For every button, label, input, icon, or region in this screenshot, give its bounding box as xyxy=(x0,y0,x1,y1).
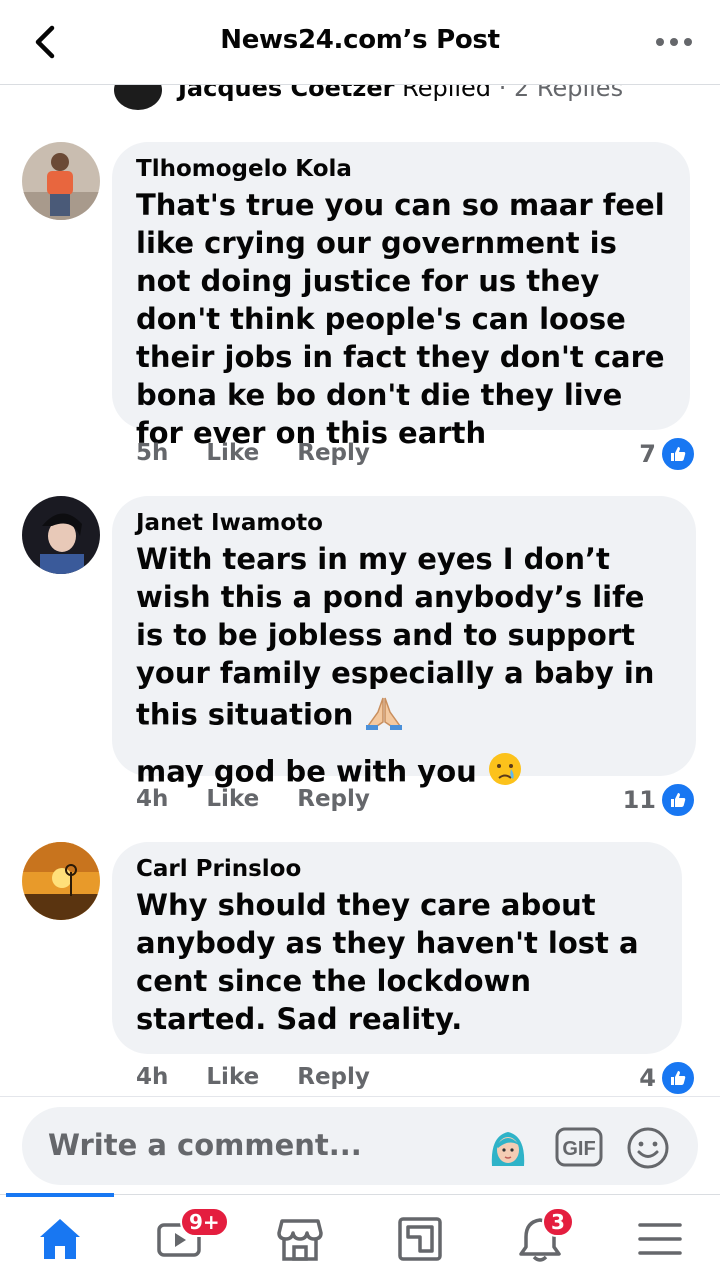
nav-menu[interactable] xyxy=(600,1195,720,1281)
reaction-number: 4 xyxy=(639,1064,656,1092)
reaction-count[interactable]: 11 xyxy=(623,782,696,818)
comment-placeholder: Write a comment... xyxy=(48,1128,362,1162)
more-options-button[interactable] xyxy=(654,30,694,54)
hamburger-menu-icon xyxy=(638,1223,682,1255)
reaction-count[interactable]: 7 xyxy=(639,436,696,472)
avatar[interactable] xyxy=(22,842,100,920)
comment-author[interactable]: Tlhomogelo Kola xyxy=(136,156,666,182)
comment-meta: 4h Like Reply xyxy=(136,786,400,812)
reply-link[interactable]: Reply xyxy=(297,440,370,466)
comment-text: With tears in my eyes I don’t wish this … xyxy=(136,540,672,796)
nav-watch[interactable]: 9+ xyxy=(120,1195,240,1281)
comment-meta: 5h Like Reply xyxy=(136,440,400,466)
comment-composer-bar: Write a comment... GIF xyxy=(0,1096,720,1195)
avatar-sticker-icon xyxy=(491,1132,525,1166)
comment-text-part2: may god be with you xyxy=(136,754,477,789)
like-link[interactable]: Like xyxy=(206,1064,259,1090)
comment-text: Why should they care about anybody as th… xyxy=(136,888,639,1036)
crying-face-icon xyxy=(487,751,523,796)
nav-notifications[interactable]: 3 xyxy=(480,1195,600,1281)
comment-bubble[interactable]: Janet Iwamoto With tears in my eyes I do… xyxy=(112,496,696,789)
video-badge: 9+ xyxy=(180,1207,229,1237)
comment-author[interactable]: Carl Prinsloo xyxy=(136,856,658,882)
comment-time: 5h xyxy=(136,440,169,466)
home-icon xyxy=(40,1219,80,1259)
reply-link[interactable]: Reply xyxy=(297,786,370,812)
avatar-sticker-button[interactable] xyxy=(486,1126,530,1174)
comment-text: That's true you can so maar feel like cr… xyxy=(136,188,665,450)
comment-time: 4h xyxy=(136,1064,169,1090)
like-link[interactable]: Like xyxy=(206,440,259,466)
comment-bubble[interactable]: Carl Prinsloo Why should they care about… xyxy=(112,842,682,1054)
like-thumb-icon xyxy=(660,1060,696,1096)
nav-home[interactable] xyxy=(0,1193,120,1281)
user-photo-icon xyxy=(22,842,100,920)
like-link[interactable]: Like xyxy=(206,786,259,812)
reaction-number: 11 xyxy=(622,786,656,814)
comment-author[interactable]: Janet Iwamoto xyxy=(136,510,672,536)
praying-hands-icon xyxy=(364,692,404,741)
post-header: News24.com’s Post xyxy=(0,0,720,85)
nav-marketplace[interactable] xyxy=(240,1195,360,1281)
smiley-icon xyxy=(627,1127,669,1169)
comment-input[interactable]: Write a comment... GIF xyxy=(22,1107,698,1185)
emoji-button[interactable] xyxy=(626,1126,670,1174)
reaction-number: 7 xyxy=(639,440,656,468)
like-thumb-icon xyxy=(660,782,696,818)
more-dots-icon xyxy=(656,38,692,46)
comment-time: 4h xyxy=(136,786,169,812)
page-title: News24.com’s Post xyxy=(220,25,500,55)
user-photo-icon xyxy=(22,496,100,574)
notifications-badge: 3 xyxy=(542,1207,574,1237)
pages-icon xyxy=(398,1217,442,1261)
like-thumb-icon xyxy=(660,436,696,472)
gif-label: GIF xyxy=(562,1138,595,1160)
bottom-navigation: 9+ 3 xyxy=(0,1193,720,1281)
reply-link[interactable]: Reply xyxy=(297,1064,370,1090)
nav-pages[interactable] xyxy=(360,1195,480,1281)
comment-bubble[interactable]: Tlhomogelo Kola That's true you can so m… xyxy=(112,142,690,450)
comment-meta: 4h Like Reply xyxy=(136,1064,400,1090)
avatar[interactable] xyxy=(22,142,100,220)
gif-button[interactable]: GIF xyxy=(554,1126,604,1172)
user-photo-icon xyxy=(22,142,100,220)
active-tab-indicator xyxy=(6,1193,114,1197)
marketplace-shop-icon xyxy=(277,1219,323,1261)
reaction-count[interactable]: 4 xyxy=(639,1060,696,1096)
avatar[interactable] xyxy=(22,496,100,574)
